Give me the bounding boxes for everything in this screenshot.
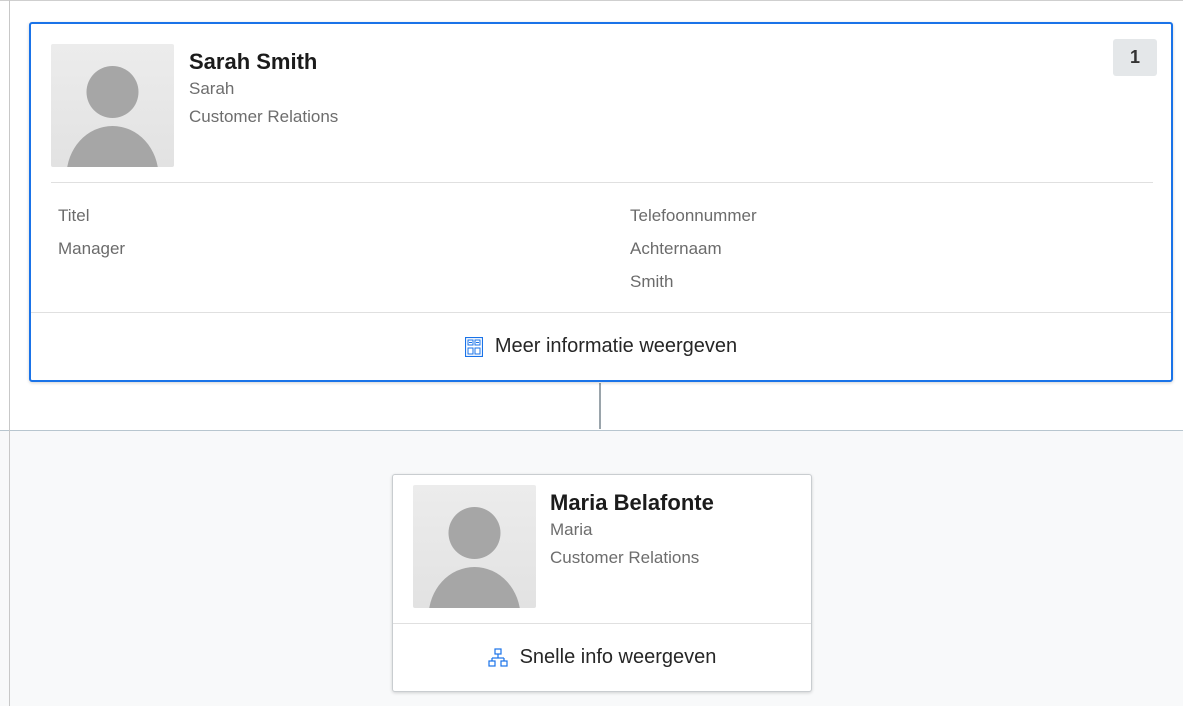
person-department: Customer Relations <box>550 548 700 567</box>
quick-info-button[interactable]: Snelle info weergeven <box>393 624 811 691</box>
person-silhouette-icon <box>429 507 520 608</box>
avatar <box>413 485 536 608</box>
person-nickname: Maria <box>550 520 593 539</box>
hierarchy-connector-line <box>599 383 601 429</box>
lastname-value: Smith <box>630 272 674 291</box>
person-department: Customer Relations <box>189 107 339 126</box>
title-value: Manager <box>58 239 126 258</box>
form-icon <box>464 336 483 357</box>
lastname-label: Achternaam <box>630 239 722 258</box>
person-nickname: Sarah <box>189 79 235 98</box>
more-info-button[interactable]: Meer informatie weergeven <box>31 313 1171 380</box>
phone-label: Telefoonnummer <box>630 206 757 225</box>
person-silhouette-icon <box>67 66 158 167</box>
avatar <box>51 44 174 167</box>
org-chart-canvas: Sarah Smith Sarah Customer Relations 1 T… <box>0 0 1183 706</box>
person-name: Sarah Smith <box>189 49 318 74</box>
person-name: Maria Belafonte <box>550 490 714 515</box>
manager-card-sarah-smith[interactable]: Sarah Smith Sarah Customer Relations 1 T… <box>29 22 1173 382</box>
subordinate-count-badge[interactable]: 1 <box>1113 39 1157 76</box>
org-chart-icon <box>487 647 508 667</box>
pane-left-border <box>9 0 10 706</box>
title-label: Titel <box>58 206 90 225</box>
divider <box>51 182 1153 183</box>
report-card-maria-belafonte[interactable]: Maria Belafonte Maria Customer Relations… <box>392 474 812 692</box>
more-info-label: Meer informatie weergeven <box>494 335 738 357</box>
quick-info-label: Snelle info weergeven <box>519 646 717 668</box>
